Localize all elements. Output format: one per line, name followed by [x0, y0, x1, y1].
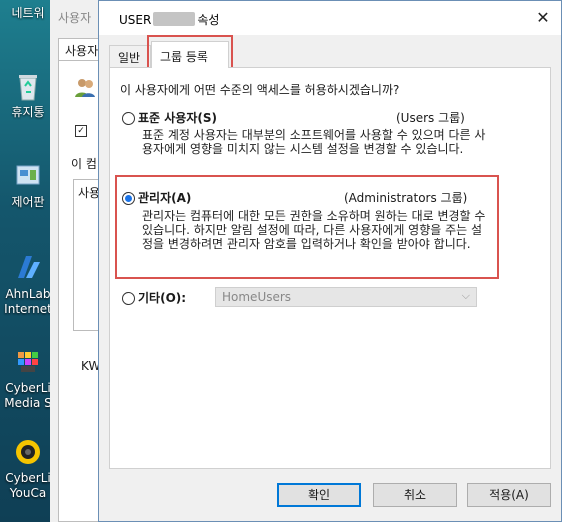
control-panel-icon — [16, 165, 40, 185]
user-properties-dialog: USER 속성 ✕ 일반 그룹 등록 이 사용자에게 어떤 수준의 액세스를 허용… — [98, 0, 562, 522]
dialog-title: USER 속성 — [119, 11, 219, 28]
tab-general[interactable]: 일반 — [109, 45, 151, 67]
chevron-down-icon: ⌵ — [461, 289, 470, 302]
dialog-title-prefix: USER — [119, 13, 152, 27]
standard-user-description: 표준 계정 사용자는 대부분의 소프트웨어를 사용할 수 있으며 다른 사용자에… — [142, 128, 486, 156]
cyberlink-media-icon — [18, 352, 38, 372]
other-label[interactable]: 기타(O): — [138, 289, 186, 306]
youcam-icon — [16, 440, 40, 464]
desktop-icon-label: 제어판 — [11, 195, 45, 209]
dialog-titlebar[interactable]: USER 속성 ✕ — [99, 1, 561, 35]
desktop-icon-recycle-bin[interactable]: 휴지통 — [0, 70, 56, 120]
standard-user-radio[interactable] — [122, 112, 135, 125]
ok-button[interactable]: 확인 — [277, 483, 361, 507]
standard-user-label[interactable]: 표준 사용자(S) — [138, 109, 217, 126]
desktop-icon-control-panel[interactable]: 제어판 — [0, 160, 56, 210]
desktop-icon-label: 휴지통 — [11, 105, 45, 119]
background-text: 이 컴 — [71, 157, 97, 171]
desktop-icon-youcam[interactable]: CyberLi YouCa — [0, 436, 56, 501]
desktop-icon-label: CyberLi YouCa — [5, 471, 51, 500]
tab-group-membership[interactable]: 그룹 등록 — [151, 41, 229, 68]
users-icon — [73, 75, 97, 99]
apply-button[interactable]: 적용(A) — [467, 483, 551, 507]
desktop-icon-ahnlab[interactable]: AhnLab Internet — [0, 252, 56, 317]
redacted-username — [153, 12, 196, 26]
desktop-icon-label: 네트워 — [11, 6, 45, 20]
desktop-icon-network[interactable]: 네트워 — [0, 6, 56, 21]
access-question: 이 사용자에게 어떤 수준의 액세스를 허용하시겠습니까? — [120, 83, 400, 97]
other-radio[interactable] — [122, 292, 135, 305]
dialog-title-suffix: 속성 — [197, 13, 220, 27]
other-group-select[interactable]: HomeUsers ⌵ — [215, 287, 477, 307]
desktop-icon-label: CyberLi Media S — [4, 381, 52, 410]
administrator-highlight-box — [115, 175, 499, 279]
desktop-icon-cyberlink[interactable]: CyberLi Media S — [0, 346, 56, 411]
ahnlab-icon — [18, 256, 40, 278]
close-button[interactable]: ✕ — [531, 7, 555, 29]
background-list-header: 사용 — [78, 186, 101, 200]
other-group-select-value: HomeUsers — [222, 290, 292, 304]
checkbox[interactable]: ✓ — [75, 125, 87, 137]
standard-user-group: (Users 그룹) — [396, 111, 465, 125]
recycle-bin-icon — [19, 75, 37, 101]
cancel-button[interactable]: 취소 — [373, 483, 457, 507]
background-window-title: 사용자 — [58, 11, 92, 25]
desktop-icon-label: AhnLab Internet — [4, 287, 52, 316]
